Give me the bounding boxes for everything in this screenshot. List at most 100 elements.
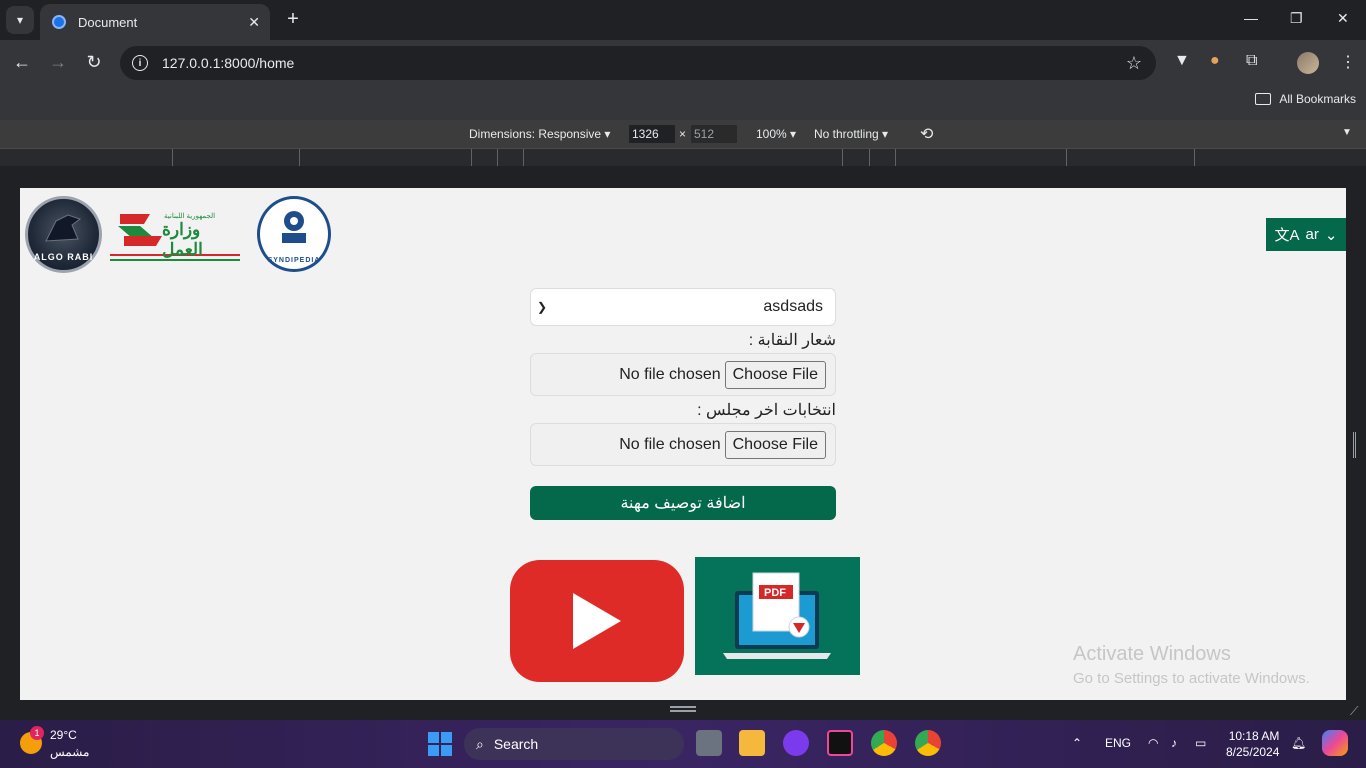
tab-document[interactable]: Document ✕ bbox=[40, 4, 270, 40]
battery-icon[interactable]: ▭ bbox=[1195, 736, 1206, 750]
times-sign: × bbox=[679, 127, 687, 141]
algo-rabi-text: ALGO RABI bbox=[33, 252, 94, 262]
syndicate-logo-file-input[interactable]: No file chosen Choose File bbox=[530, 353, 836, 396]
width-input[interactable]: 1326 bbox=[629, 125, 675, 143]
syndicate-select[interactable]: ❯ asdsads bbox=[530, 288, 836, 326]
throttling-label: No throttling bbox=[814, 127, 879, 141]
language-dropdown[interactable]: 文A ar ⌄ bbox=[1266, 218, 1346, 251]
clock-time: 10:18 AM bbox=[1228, 729, 1280, 743]
syndipedia-text: SYNDIPEDIA bbox=[267, 257, 321, 264]
page-content: ALGO RABI الجمهورية اللبنانية وزارة العم… bbox=[20, 188, 1346, 700]
algo-rabi-logo: ALGO RABI bbox=[25, 196, 102, 273]
search-icon: ⌕ bbox=[476, 735, 484, 752]
bookmark-star-icon[interactable]: ☆ bbox=[1126, 53, 1142, 74]
choose-file-button[interactable]: Choose File bbox=[724, 360, 826, 389]
folder-icon bbox=[1255, 93, 1272, 105]
profile-avatar[interactable] bbox=[1297, 52, 1319, 74]
device-toolbar: Dimensions: Responsive ▾ 1326 × 512 100%… bbox=[0, 120, 1366, 148]
windows-taskbar: 1 29°C مشمس ⌕ Search ⌃ ENG ◠ ♪ ▭ 10:18 A… bbox=[0, 720, 1366, 768]
laptop-pdf-icon bbox=[723, 572, 831, 659]
cookie-extension-icon[interactable]: ● bbox=[1210, 52, 1220, 70]
bottom-resize-handle[interactable] bbox=[670, 706, 696, 708]
syndipedia-logo: SYNDIPEDIA bbox=[257, 196, 331, 272]
dimensions-label: Dimensions: Responsive bbox=[469, 127, 602, 141]
address-bar[interactable]: i 127.0.0.1:8000/home ☆ bbox=[120, 46, 1156, 80]
media-query-ruler bbox=[0, 148, 1366, 167]
label-syndicate-logo: شعار النقابة : bbox=[748, 332, 836, 349]
copilot-icon[interactable] bbox=[1322, 730, 1348, 756]
back-icon[interactable]: ← bbox=[11, 52, 33, 73]
browser-toolbar: ← → ↻ i 127.0.0.1:8000/home ☆ bbox=[0, 40, 1366, 86]
new-tab-button[interactable]: + bbox=[282, 8, 304, 31]
select-value: asdsads bbox=[763, 298, 823, 315]
phpstorm-icon[interactable] bbox=[827, 730, 853, 756]
notification-badge: 1 bbox=[30, 726, 44, 740]
close-tab-icon[interactable]: ✕ bbox=[248, 14, 260, 31]
youtube-link[interactable] bbox=[510, 560, 684, 682]
watermark-line1: Activate Windows bbox=[1073, 643, 1231, 665]
volume-icon[interactable]: ♪ bbox=[1171, 736, 1177, 750]
translate-icon: 文A bbox=[1274, 227, 1300, 244]
rotate-icon[interactable]: ⟲ bbox=[920, 124, 933, 144]
all-bookmarks-label: All Bookmarks bbox=[1279, 92, 1356, 106]
last-elections-file-input[interactable]: No file chosen Choose File bbox=[530, 423, 836, 466]
throttling-dropdown[interactable]: No throttling ▾ bbox=[814, 127, 888, 141]
chrome-profile-icon[interactable] bbox=[915, 730, 941, 756]
chrome-icon[interactable] bbox=[871, 730, 897, 756]
forward-icon[interactable]: → bbox=[47, 52, 69, 73]
url-text[interactable]: 127.0.0.1:8000/home bbox=[162, 55, 1126, 71]
temperature: 29°C bbox=[50, 728, 77, 742]
no-file-text: No file chosen bbox=[619, 365, 721, 383]
task-view-icon[interactable] bbox=[696, 730, 722, 756]
play-icon bbox=[573, 593, 621, 649]
ministry-of-labor-logo: الجمهورية اللبنانية وزارة العمل bbox=[110, 208, 240, 266]
tray-overflow-icon[interactable]: ⌃ bbox=[1072, 736, 1082, 750]
zoom-dropdown[interactable]: 100% ▾ bbox=[756, 127, 796, 141]
device-more-icon[interactable]: ▼ bbox=[1342, 127, 1352, 138]
system-clock[interactable]: 10:18 AM 8/25/2024 bbox=[1226, 728, 1279, 760]
raven-icon bbox=[45, 214, 82, 242]
tab-search-button[interactable]: ▾ bbox=[6, 6, 34, 34]
profession-form: ❯ asdsads شعار النقابة : No file chosen … bbox=[530, 288, 836, 520]
notifications-bell-icon[interactable]: 🔔︎ bbox=[1291, 736, 1306, 750]
site-info-icon[interactable]: i bbox=[132, 55, 148, 71]
corner-resize-icon[interactable]: ⟋ bbox=[1350, 704, 1358, 719]
reload-icon[interactable]: ↻ bbox=[83, 52, 105, 73]
window-close-icon[interactable]: ✕ bbox=[1337, 10, 1349, 27]
chevron-down-icon: ▾ bbox=[16, 13, 24, 27]
start-button[interactable] bbox=[428, 732, 452, 756]
dimensions-dropdown[interactable]: Dimensions: Responsive ▾ bbox=[469, 127, 610, 141]
extensions-icon[interactable]: ⧉ bbox=[1246, 52, 1257, 70]
all-bookmarks-button[interactable]: All Bookmarks bbox=[1255, 92, 1356, 106]
taskbar-search[interactable]: ⌕ Search bbox=[464, 728, 684, 760]
gear-book-icon bbox=[282, 211, 306, 243]
file-explorer-icon[interactable] bbox=[739, 730, 765, 756]
choose-file-button[interactable]: Choose File bbox=[724, 430, 826, 459]
weather-widget[interactable]: 1 29°C مشمس bbox=[20, 726, 90, 759]
weather-condition: مشمس bbox=[50, 745, 90, 759]
pdf-label: PDF bbox=[764, 587, 786, 599]
github-icon[interactable] bbox=[783, 730, 809, 756]
minimize-icon[interactable]: — bbox=[1244, 10, 1258, 26]
height-input[interactable]: 512 bbox=[691, 125, 737, 143]
input-language[interactable]: ENG bbox=[1105, 736, 1131, 750]
right-resize-handle[interactable] bbox=[1353, 432, 1356, 458]
activate-windows-watermark: Activate Windows Go to Settings to activ… bbox=[1073, 643, 1310, 687]
label-last-elections: انتخابات اخر مجلس : bbox=[697, 402, 836, 419]
favicon-icon bbox=[52, 15, 66, 29]
sun-icon: 1 bbox=[20, 726, 44, 754]
ministry-top-text: الجمهورية اللبنانية bbox=[164, 213, 216, 220]
zoom-label: 100% bbox=[756, 127, 787, 141]
chevron-down-icon: ⌄ bbox=[1324, 226, 1338, 244]
ministry-main-text: وزارة العمل bbox=[162, 220, 203, 259]
wifi-icon[interactable]: ◠ bbox=[1148, 736, 1158, 750]
clock-date: 8/25/2024 bbox=[1226, 745, 1280, 759]
add-profession-button[interactable]: اضافة توصيف مهنة bbox=[530, 486, 836, 520]
no-file-text: No file chosen bbox=[619, 435, 721, 453]
tab-strip: ▾ Document ✕ + — ❐ ✕ bbox=[0, 0, 1366, 40]
pdf-download-link[interactable]: PDF bbox=[695, 557, 860, 675]
vue-devtools-icon[interactable]: ▼ bbox=[1174, 52, 1190, 70]
restore-icon[interactable]: ❐ bbox=[1290, 10, 1303, 27]
search-label: Search bbox=[493, 736, 539, 752]
menu-dots-icon[interactable]: ⋮ bbox=[1340, 52, 1356, 72]
